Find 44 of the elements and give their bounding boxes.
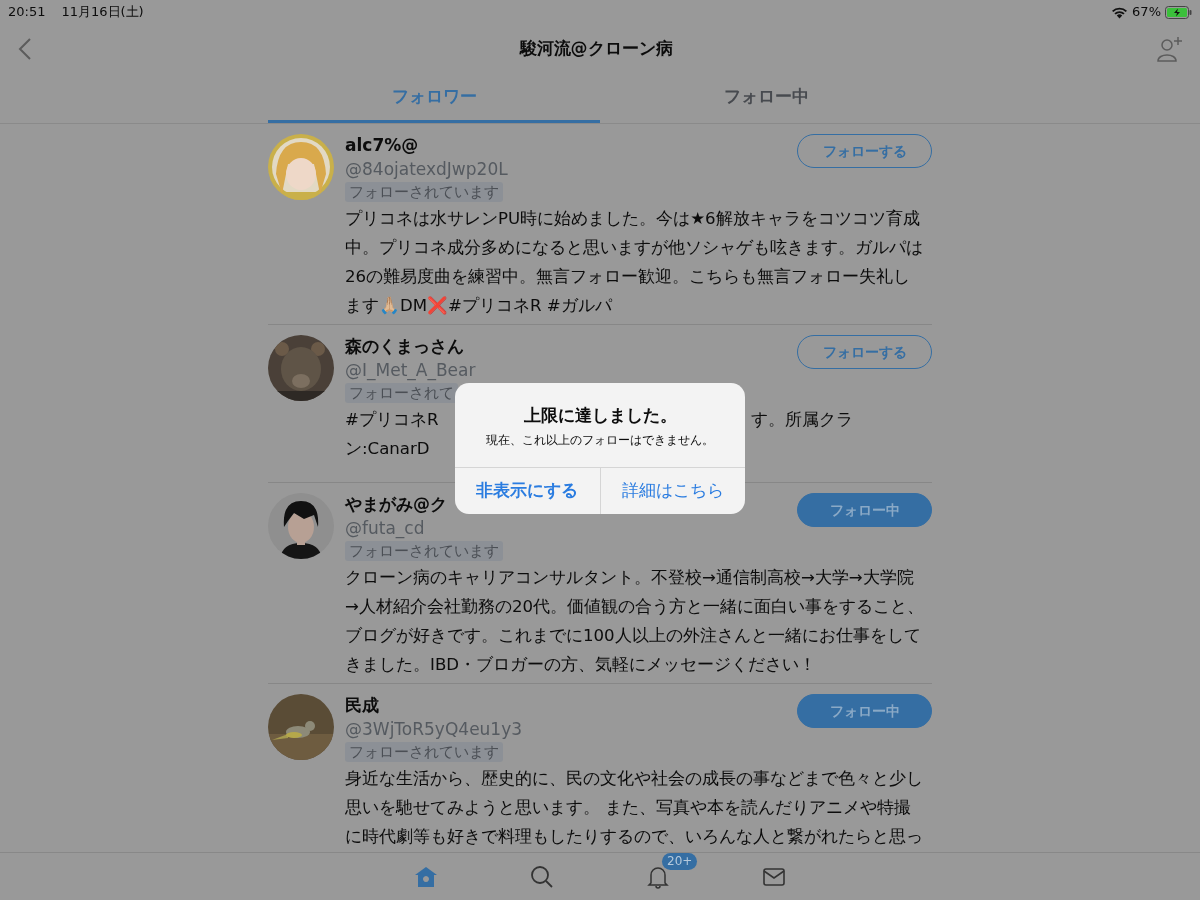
follows-you-label: フォローされています [345,182,503,202]
user-name: やまがみ@ク [345,493,447,515]
bell-icon[interactable] [646,864,670,889]
user-handle: @I_Met_A_Bear [345,359,476,381]
bio-text: 身近な生活から、歴史的に、民の文化や社会の成長の事などまで色々と少し [345,768,923,790]
follows-you-label: フォローされています [345,541,503,561]
user-handle: @3WjToR5yQ4eu1y3 [345,718,523,740]
bio-text: ブログが好きです。これまでに100人以上の外注さんと一緒にお仕事をして [345,625,921,647]
status-date: 11月16日(土) [61,3,144,22]
bio-text: →人材紹介会社勤務の20代。価値観の合う方と一緒に面白い事をすること、 [345,596,925,618]
bio-text: す。所属クラ [751,409,853,431]
bio-text: #プリコネR [345,409,439,431]
search-icon[interactable] [530,864,554,889]
user-handle: @futa_cd [345,517,425,539]
user-name: alc7%@ [345,134,419,156]
add-user-icon[interactable] [1156,35,1184,63]
screen-title: 駿河流@クローン病 [519,37,673,61]
tab[interactable]: フォロー中 [600,74,932,123]
bio-text: に時代劇等も好きで料理もしたりするので、いろんな人と繋がれたらと思っ [345,826,923,848]
follow-button[interactable]: フォロー中 [797,694,932,728]
status-time: 20:51 [8,3,46,22]
user-name: 民成 [345,694,379,716]
alert-button[interactable]: 非表示にする [455,467,600,514]
bio-text: クローン病のキャリアコンサルタント。不登校→通信制高校→大学→大学院 [345,567,914,589]
battery-icon [1165,5,1192,19]
follows-you-label: フォローされて [345,383,458,403]
alert-title: 上限に達しました。 [522,404,678,427]
notification-count: 20+ [662,852,698,870]
user-handle: @84ojatexdJwp20L [345,158,508,180]
bio-text: きました。IBD・ブロガーの方、気軽にメッセージください！ [345,654,817,676]
bio-text: 26の難易度曲を練習中。無言フォロー歓迎。こちらも無言フォロー失礼し [345,266,911,288]
follow-button[interactable]: フォロー中 [797,493,932,527]
bio-text: 中。プリコネ成分多めになると思いますが他ソシャゲも呟きます。ガルパは [345,237,923,259]
user-name: 森のくまっさん [345,335,464,357]
follows-you-label: フォローされています [345,742,503,762]
tab[interactable]: フォロワー [268,74,600,123]
battery-percent: 67% [1132,3,1161,22]
wifi-icon [1111,5,1129,19]
bio-text: ン:CanarD [345,438,430,460]
bio-text: 思いを馳せてみようと思います。 また、写真や本を読んだりアニメや特撮 [345,797,912,819]
bio-text: プリコネは水サレンPU時に始めました。今は★6解放キャラをコツコツ育成 [345,208,920,230]
alert-button[interactable]: 詳細はこちら [599,467,745,514]
bio-text: ます🙏🏼DM❌#プリコネR #ガルパ [345,295,612,317]
alert-message: 現在、これ以上のフォローはできません。 [485,431,715,449]
